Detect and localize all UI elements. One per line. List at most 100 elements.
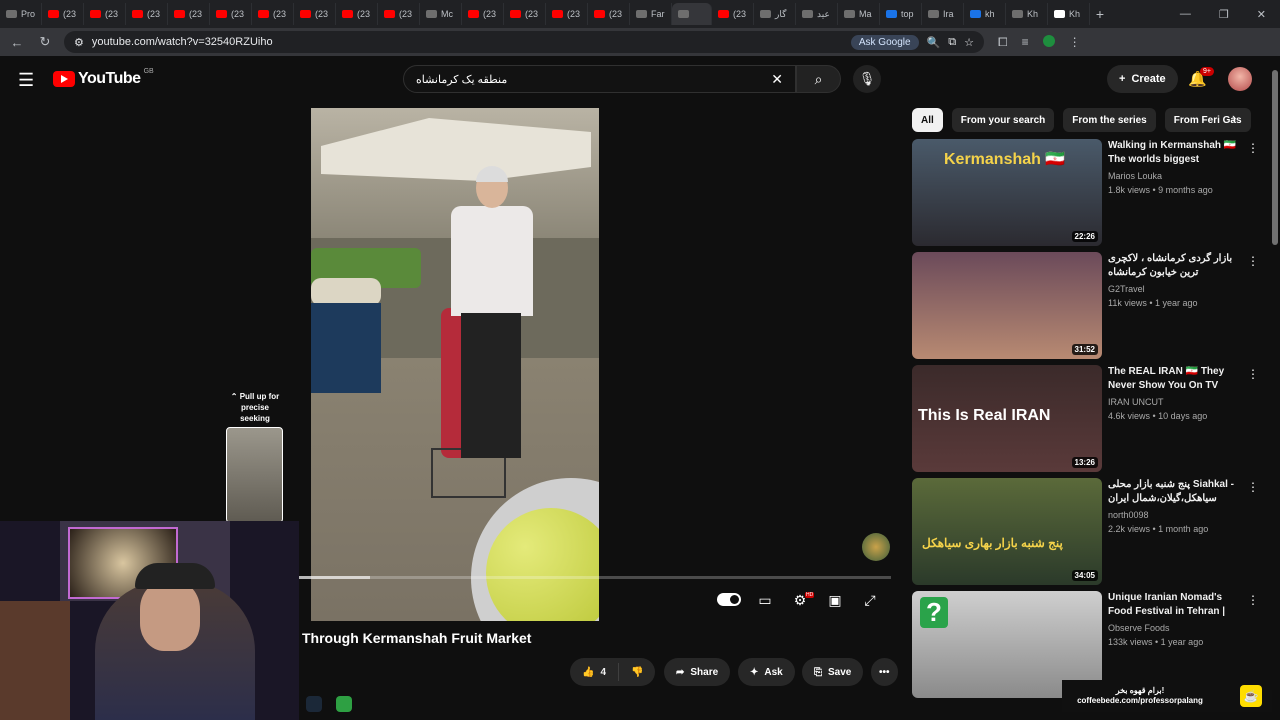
browser-tab[interactable]: (23 xyxy=(462,3,504,25)
browser-tab[interactable]: (23 xyxy=(84,3,126,25)
google-icon xyxy=(970,10,981,18)
filter-chip[interactable]: All xyxy=(912,108,943,132)
reload-icon[interactable]: ↻ xyxy=(36,34,54,50)
browser-tab[interactable]: Ma xyxy=(838,3,880,25)
browser-tab[interactable]: Ira xyxy=(922,3,964,25)
ask-button[interactable]: ✦ Ask xyxy=(738,658,795,686)
more-vertical-icon[interactable]: ⋮ xyxy=(1247,480,1259,494)
page-scrollbar[interactable] xyxy=(1270,60,1280,690)
close-window-icon[interactable]: ✕ xyxy=(1257,8,1266,21)
channel-name[interactable]: G2Travel xyxy=(1108,284,1244,294)
share-label: Share xyxy=(690,666,719,678)
video-thumbnail[interactable]: Kermanshah 🇮🇷 22:26 xyxy=(912,139,1102,246)
like-button[interactable]: 👍 4 xyxy=(570,658,618,686)
dislike-button[interactable]: 👎 xyxy=(619,658,655,686)
back-icon[interactable]: ← xyxy=(8,35,26,50)
youtube-logo[interactable]: YouTube GB xyxy=(53,68,154,88)
recommended-video[interactable]: 31:52 بازار گردی کرمانشاه ، لاکچری ترین خ… xyxy=(912,252,1259,360)
browser-tab[interactable]: (23 xyxy=(294,3,336,25)
browser-menu-icon[interactable]: ⋮ xyxy=(1069,35,1081,50)
share-button[interactable]: ➦ Share xyxy=(664,658,731,686)
search-input[interactable]: منطقه یک کرمانشاه ✕ xyxy=(403,65,796,93)
subtitles-icon[interactable]: ▭ xyxy=(756,590,774,610)
browser-tab[interactable]: kh xyxy=(964,3,1006,25)
browser-tab[interactable]: Far xyxy=(630,3,672,25)
browser-tab[interactable]: (23 xyxy=(504,3,546,25)
autoplay-toggle[interactable] xyxy=(717,593,741,606)
browser-tab[interactable]: گار xyxy=(754,3,796,25)
browser-tab[interactable]: top xyxy=(880,3,922,25)
profile-icon[interactable] xyxy=(1042,34,1055,47)
save-button[interactable]: ⎘ Save xyxy=(802,658,864,686)
filter-chip[interactable]: From Feri Gas xyxy=(1164,108,1251,132)
scene-crates xyxy=(311,303,381,393)
scrollbar-thumb[interactable] xyxy=(1272,70,1278,245)
channel-name[interactable]: north0098 xyxy=(1108,510,1244,520)
youtube-icon xyxy=(132,10,143,18)
video-info: Walking in Kermanshah 🇮🇷 The worlds bigg… xyxy=(1108,139,1244,195)
recommended-video[interactable]: This Is Real IRAN 13:26 The REAL IRAN 🇮🇷 T… xyxy=(912,365,1259,473)
channel-name[interactable]: Observe Foods xyxy=(1108,623,1244,633)
channel-name[interactable]: IRAN UNCUT xyxy=(1108,397,1244,407)
account-avatar[interactable] xyxy=(1228,67,1252,91)
site-info-icon[interactable]: ⚙ xyxy=(74,36,84,49)
browser-tab[interactable]: Pro xyxy=(0,3,42,25)
video-thumbnail[interactable]: 31:52 xyxy=(912,252,1102,359)
browser-tab[interactable]: Kh xyxy=(1048,3,1090,25)
channel-watermark[interactable] xyxy=(862,533,890,561)
progress-bar[interactable] xyxy=(299,576,891,579)
browser-tab[interactable]: (23 xyxy=(252,3,294,25)
more-vertical-icon[interactable]: ⋮ xyxy=(1247,593,1259,607)
filter-chip[interactable]: From the series xyxy=(1063,108,1156,132)
create-button[interactable]: + Create xyxy=(1107,65,1178,93)
browser-tab[interactable]: (23 xyxy=(546,3,588,25)
video-thumbnail[interactable]: پنج شنبه بازار بهاری سیاهکل 34:05 xyxy=(912,478,1102,585)
recommended-video[interactable]: پنج شنبه بازار بهاری سیاهکل 34:05 پنج شنبه… xyxy=(912,478,1259,586)
extensions-icon[interactable]: ⧠ xyxy=(998,35,1008,50)
recommended-video[interactable]: Kermanshah 🇮🇷 22:26 Walking in Kermanshah … xyxy=(912,139,1259,247)
theater-mode-icon[interactable]: ▣ xyxy=(826,590,844,610)
browser-tab[interactable]: (23 xyxy=(42,3,84,25)
ask-google-button[interactable]: Ask Google xyxy=(850,34,919,50)
restore-icon[interactable]: ❐ xyxy=(1219,8,1229,21)
bookmark-star-icon[interactable]: ☆ xyxy=(964,36,974,49)
fullscreen-icon[interactable]: ⤢ xyxy=(861,590,879,610)
filter-chip[interactable]: From your search xyxy=(951,108,1055,132)
browser-tab[interactable]: (23 xyxy=(126,3,168,25)
app-icon[interactable] xyxy=(336,696,352,712)
seek-preview-thumbnail[interactable] xyxy=(226,427,283,523)
youtube-icon xyxy=(216,10,227,18)
search-button[interactable]: ⌕ xyxy=(796,65,841,93)
tab-title: Kh xyxy=(1069,9,1081,19)
channel-name[interactable]: Marios Louka xyxy=(1108,171,1244,181)
hamburger-menu-icon[interactable]: ☰ xyxy=(18,70,34,91)
voice-search-button[interactable]: 🎙 xyxy=(853,65,881,93)
browser-tab[interactable]: Mc xyxy=(420,3,462,25)
new-tab-icon[interactable]: + xyxy=(1090,6,1110,22)
browser-tab[interactable] xyxy=(672,3,712,25)
more-vertical-icon[interactable]: ⋮ xyxy=(1247,141,1259,155)
minimize-icon[interactable]: — xyxy=(1180,8,1191,21)
browser-tab[interactable]: (23 xyxy=(588,3,630,25)
chevron-right-icon[interactable]: › xyxy=(1232,110,1236,125)
reading-list-icon[interactable]: ≡ xyxy=(1022,35,1029,50)
video-player[interactable] xyxy=(311,108,599,621)
more-vertical-icon[interactable]: ⋮ xyxy=(1247,254,1259,268)
clear-search-icon[interactable]: ✕ xyxy=(771,71,783,88)
browser-tab[interactable]: (23 xyxy=(168,3,210,25)
browser-tab[interactable]: (23 xyxy=(336,3,378,25)
browser-tab[interactable]: عید xyxy=(796,3,838,25)
more-vertical-icon[interactable]: ⋮ xyxy=(1247,367,1259,381)
address-bar[interactable]: ⚙ youtube.com/watch?v=32540RZUiho Ask Go… xyxy=(64,31,984,53)
browser-tab[interactable]: (23 xyxy=(712,3,754,25)
video-title-text: The REAL IRAN 🇮🇷 They Never Show You On … xyxy=(1108,366,1225,391)
video-thumbnail[interactable]: This Is Real IRAN 13:26 xyxy=(912,365,1102,472)
browser-tab[interactable]: Kh xyxy=(1006,3,1048,25)
steam-icon[interactable] xyxy=(306,696,322,712)
zoom-icon[interactable]: 🔍 xyxy=(927,36,941,49)
browser-tab[interactable]: (23 xyxy=(210,3,252,25)
scene-onions xyxy=(311,278,381,306)
more-actions-button[interactable]: ••• xyxy=(871,658,898,686)
cast-icon[interactable]: ⧉ xyxy=(948,36,956,49)
browser-tab[interactable]: (23 xyxy=(378,3,420,25)
